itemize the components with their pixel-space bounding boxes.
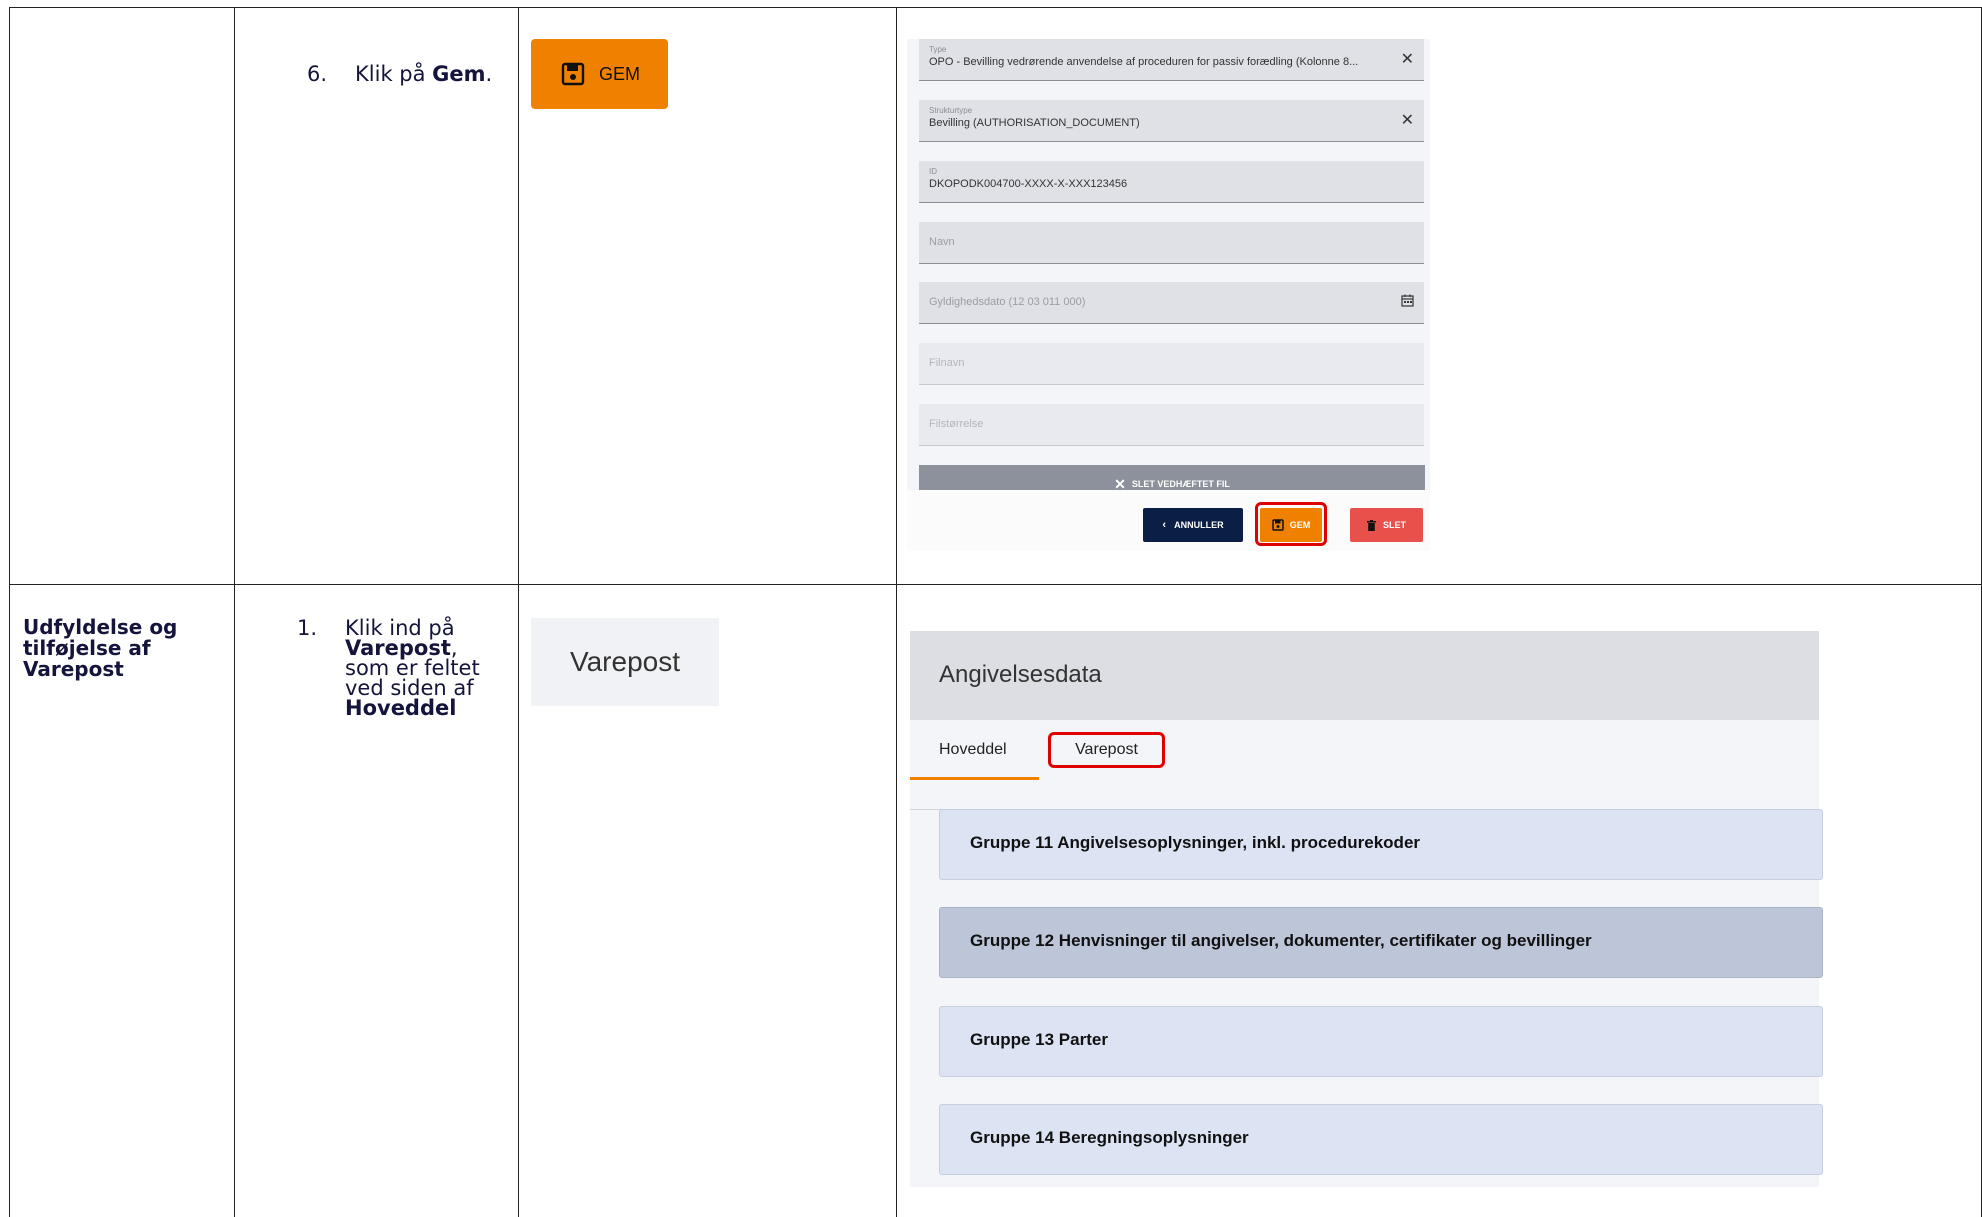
chevron-left-icon: ‹ (1162, 519, 1167, 531)
step-text: Klik ind på Varepost, som er feltet ved … (345, 616, 480, 720)
delete-label: SLET (1382, 520, 1406, 530)
cancel-button[interactable]: ‹ ANNULLER (1143, 508, 1243, 542)
gyldighedsdato-placeholder: Gyldighedsdato (12 03 011 000) (929, 296, 1086, 308)
group-title: Gruppe 11 Angivelsesoplysninger, inkl. p… (970, 833, 1421, 852)
step-text-prefix: Klik på (355, 62, 433, 86)
navn-placeholder: Navn (929, 236, 955, 248)
step-text-suffix: . (485, 62, 493, 86)
step-line: Klik ind på (345, 616, 455, 640)
column-divider-3 (896, 7, 897, 1217)
save-button[interactable]: GEM (1260, 508, 1322, 542)
row-divider (9, 584, 1982, 585)
varepost-chip-label: Varepost (570, 646, 680, 677)
instruction-table: 6. Klik på Gem. GEM Type OPO - Bevilling… (0, 0, 1982, 1217)
id-value: DKOPODK004700-XXXX-X-XXX123456 (929, 178, 1128, 190)
section-heading: Udfyldelse og tilføjelse af Varepost (23, 615, 178, 681)
strukturtype-value: Bevilling (AUTHORISATION_DOCUMENT) (929, 117, 1140, 129)
column-divider-2 (518, 7, 519, 1217)
group-14[interactable]: Gruppe 14 Beregningsoplysninger (939, 1104, 1823, 1175)
gem-button-label: GEM (599, 63, 641, 84)
panel-title: Angivelsesdata (939, 661, 1102, 688)
gyldighedsdato-field[interactable]: Gyldighedsdato (12 03 011 000) (919, 282, 1424, 324)
clear-icon[interactable]: ✕ (1401, 49, 1414, 69)
tab-active-indicator (910, 777, 1039, 780)
filnavn-placeholder: Filnavn (929, 357, 965, 369)
column-divider-1 (234, 7, 235, 1217)
save-label: GEM (1289, 520, 1311, 530)
tab-hoveddel[interactable]: Hoveddel (939, 741, 1007, 759)
calendar-icon[interactable] (1401, 294, 1414, 307)
step-line: som er feltet (345, 656, 480, 680)
step-number: 1. (297, 616, 318, 640)
step-number: 6. (307, 62, 328, 86)
panel-header: Angivelsesdata (910, 631, 1819, 720)
cancel-label: ANNULLER (1174, 520, 1224, 530)
save-icon (561, 62, 585, 86)
type-label: Type (929, 45, 947, 54)
group-title: Gruppe 12 Henvisninger til angivelser, d… (970, 931, 1592, 950)
tab-varepost-label: Varepost (1075, 741, 1138, 758)
step-text: Klik på Gem. (355, 64, 492, 85)
close-icon: ✕ (1114, 476, 1126, 492)
step-line: Hoveddel (345, 696, 480, 720)
type-field[interactable]: Type OPO - Bevilling vedrørende anvendel… (919, 39, 1424, 81)
type-value: OPO - Bevilling vedrørende anvendelse af… (929, 56, 1359, 68)
navn-field[interactable]: Navn (919, 222, 1424, 264)
step-text-bold: Gem (432, 62, 486, 86)
gem-button-example[interactable]: GEM (531, 39, 668, 109)
tab-bar (910, 720, 1819, 810)
step-line: Varepost, (345, 638, 480, 659)
id-label: ID (929, 167, 937, 176)
form-screenshot: Type OPO - Bevilling vedrørende anvendel… (907, 39, 1430, 551)
step-line: ved siden af (345, 676, 474, 700)
group-title: Gruppe 14 Beregningsoplysninger (970, 1128, 1249, 1147)
group-13[interactable]: Gruppe 13 Parter (939, 1006, 1823, 1077)
strukturtype-label: Strukturtype (929, 106, 973, 115)
step-bold-hoveddel: Hoveddel (345, 696, 457, 720)
remove-attachment-button[interactable]: ✕ SLET VEDHÆFTET FIL (919, 465, 1425, 492)
varepost-tab-example[interactable]: Varepost (531, 618, 719, 706)
declaration-panel: Angivelsesdata Hoveddel Varepost Gruppe … (910, 631, 1823, 1187)
group-12[interactable]: Gruppe 12 Henvisninger til angivelser, d… (939, 907, 1823, 978)
filnavn-field: Filnavn (919, 343, 1424, 385)
trash-icon (1366, 519, 1376, 531)
table-border-top (9, 7, 1982, 8)
filstorrelse-field: Filstørrelse (919, 404, 1424, 446)
step-6: 6. Klik på Gem. (307, 64, 507, 88)
table-border-left (9, 7, 10, 1217)
group-title: Gruppe 13 Parter (970, 1030, 1108, 1049)
filstorrelse-placeholder: Filstørrelse (929, 418, 984, 430)
step-1: 1. Klik ind på Varepost, som er feltet v… (297, 618, 507, 748)
clear-icon[interactable]: ✕ (1401, 110, 1414, 130)
tab-varepost[interactable]: Varepost (1048, 732, 1165, 768)
remove-attachment-label: SLET VEDHÆFTET FIL (1131, 479, 1230, 489)
save-icon (1271, 519, 1284, 531)
group-11[interactable]: Gruppe 11 Angivelsesoplysninger, inkl. p… (939, 809, 1823, 880)
delete-button[interactable]: SLET (1350, 508, 1423, 542)
strukturtype-field[interactable]: Strukturtype Bevilling (AUTHORISATION_DO… (919, 100, 1424, 142)
id-field[interactable]: ID DKOPODK004700-XXXX-X-XXX123456 (919, 161, 1424, 203)
